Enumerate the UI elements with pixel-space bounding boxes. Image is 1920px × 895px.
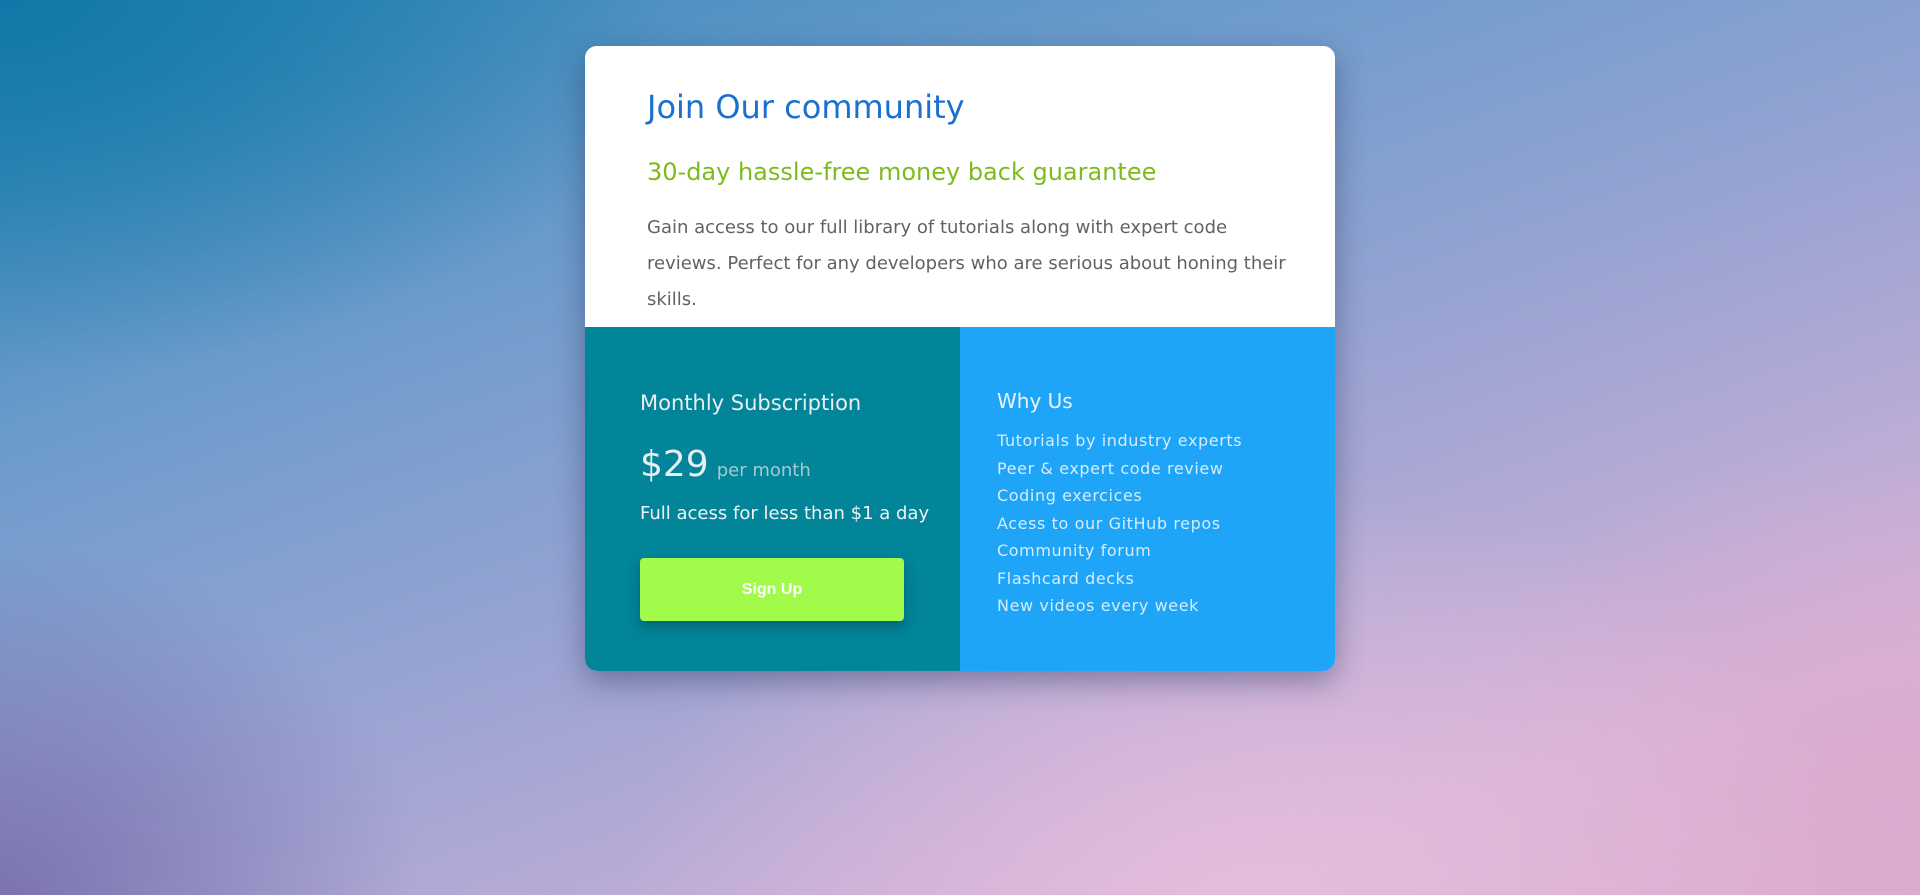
guarantee-heading: 30-day hassle-free money back guarantee xyxy=(647,158,1157,186)
price-unit: per month xyxy=(716,460,811,481)
why-us-section: Why Us Tutorials by industry experts Pee… xyxy=(960,327,1335,671)
why-us-item: Peer & expert code review xyxy=(997,458,1224,478)
subscription-title: Monthly Subscription xyxy=(640,391,862,415)
why-us-item: Acess to our GitHub repos xyxy=(997,513,1221,533)
why-us-list: Tutorials by industry experts Peer & exp… xyxy=(997,427,1242,620)
card-description: Gain access to our full library of tutor… xyxy=(647,217,1286,310)
why-us-item: Flashcard decks xyxy=(997,568,1135,588)
price-display: $29 per month xyxy=(640,444,811,485)
why-us-title: Why Us xyxy=(997,389,1073,413)
card-header-section: Join Our community 30-day hassle-free mo… xyxy=(585,46,1335,327)
why-us-item: Tutorials by industry experts xyxy=(997,431,1243,450)
why-us-item: Community forum xyxy=(997,541,1152,560)
access-note: Full acess for less than $1 a day xyxy=(640,503,930,524)
why-us-item: New videos every week xyxy=(997,596,1200,615)
why-us-item: Coding exercices xyxy=(997,486,1143,505)
price-amount: $29 xyxy=(640,444,709,485)
subscription-section: Monthly Subscription $29 per month Full a… xyxy=(585,327,960,671)
sign-up-button[interactable]: Sign Up xyxy=(640,558,904,621)
card-title: Join Our community xyxy=(647,88,965,126)
pricing-card: Join Our community 30-day hassle-free mo… xyxy=(585,46,1335,671)
